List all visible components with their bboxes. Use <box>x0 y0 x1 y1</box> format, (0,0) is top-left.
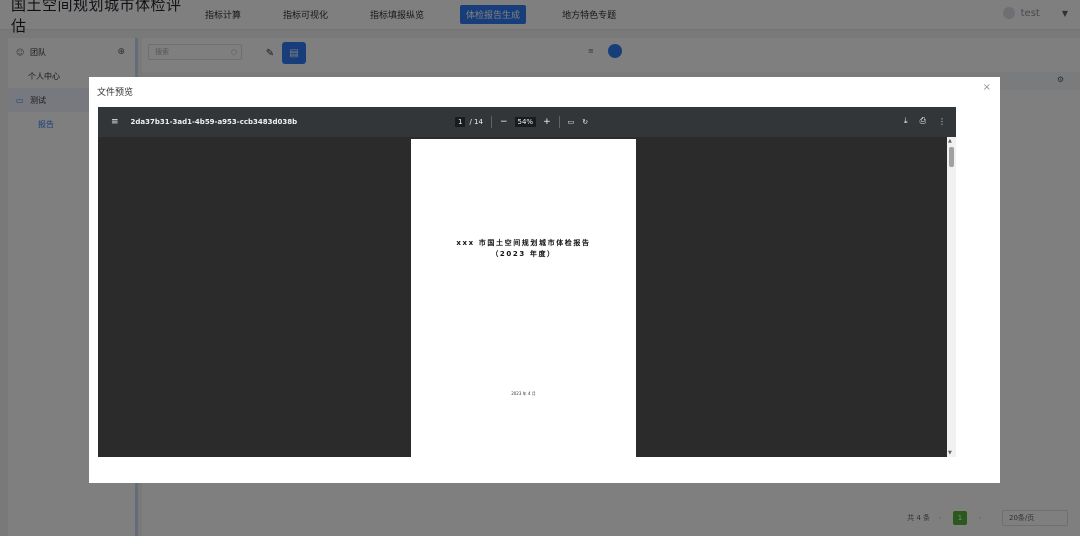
close-icon[interactable]: × <box>983 82 991 93</box>
fit-page-icon[interactable]: ▭ <box>568 118 575 126</box>
divider <box>490 116 492 128</box>
zoom-out-icon[interactable]: − <box>500 117 508 127</box>
pdf-scrollbar[interactable]: ▲ ▼ <box>947 137 956 457</box>
pdf-toolbar: ≡ 2da37b31-3ad1-4b59-a953-ccb3483d038b 1… <box>98 107 956 137</box>
zoom-level[interactable]: 54% <box>514 117 537 127</box>
page-total: / 14 <box>469 118 483 126</box>
pdf-page: xxx 市国土空间规划城市体检报告 （2023 年度） 2023 年 4 月 <box>411 139 636 457</box>
hamburger-menu-icon[interactable]: ≡ <box>111 117 119 127</box>
more-vertical-icon[interactable]: ⋮ <box>938 117 946 126</box>
pdf-page-controls: 1 / 14 − 54% + ▭ ↻ <box>455 116 588 128</box>
pdf-actions: ⤓ ⎙ ⋮ <box>892 116 946 126</box>
scroll-down-icon[interactable]: ▼ <box>948 450 952 456</box>
dialog-title: 文件预览 <box>97 88 134 98</box>
doc-title-line-1: xxx 市国土空间规划城市体检报告 <box>456 239 591 247</box>
scroll-up-icon[interactable]: ▲ <box>948 138 952 144</box>
file-preview-dialog: 文件预览 × ≡ 2da37b31-3ad1-4b59-a953-ccb3483… <box>89 77 1000 483</box>
print-icon[interactable]: ⎙ <box>920 116 926 126</box>
pdf-viewer: ≡ 2da37b31-3ad1-4b59-a953-ccb3483d038b 1… <box>98 107 956 457</box>
rotate-icon[interactable]: ↻ <box>582 118 588 126</box>
doc-title-line-2: （2023 年度） <box>491 250 556 258</box>
divider <box>558 116 560 128</box>
doc-date: 2023 年 4 月 <box>511 391 536 396</box>
zoom-in-icon[interactable]: + <box>543 117 551 127</box>
download-icon[interactable]: ⤓ <box>904 116 908 126</box>
page-number-input[interactable]: 1 <box>455 117 466 127</box>
pdf-file-name: 2da37b31-3ad1-4b59-a953-ccb3483d038b <box>130 118 298 126</box>
scrollbar-thumb[interactable] <box>949 147 954 167</box>
